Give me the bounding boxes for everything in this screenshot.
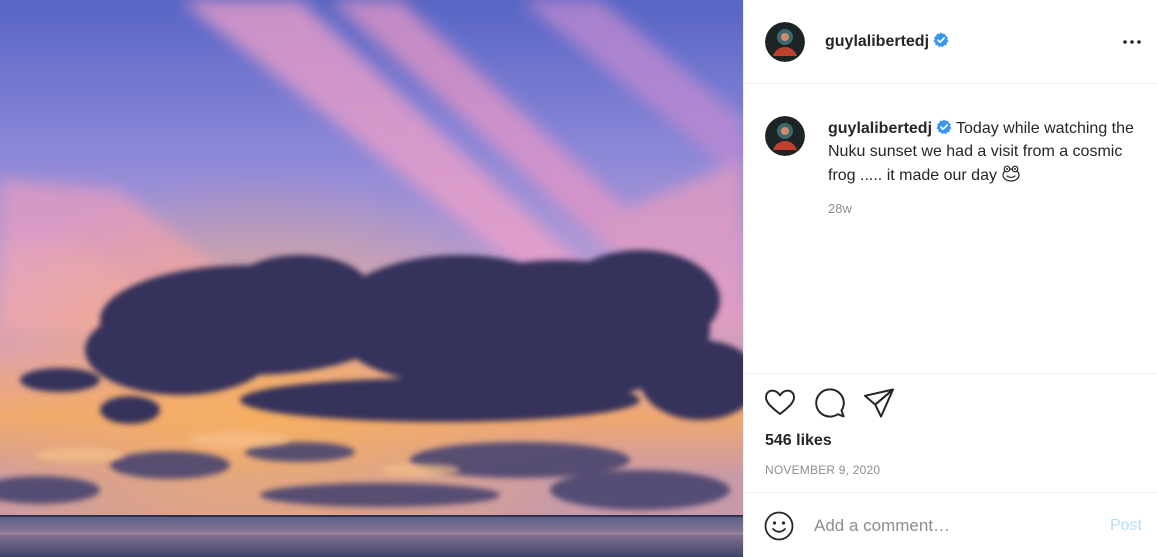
caption-username[interactable]: guylalibertedj (828, 120, 932, 137)
post-button[interactable]: Post (1110, 517, 1142, 535)
caption-section: guylalibertedj Today while watching the … (744, 84, 1157, 374)
caption-text: guylalibertedj Today while watching the … (828, 118, 1138, 188)
more-options-icon[interactable] (1120, 32, 1144, 52)
verified-badge-icon (933, 32, 949, 48)
heart-icon[interactable] (763, 386, 797, 420)
likes-count[interactable]: 546 likes (765, 432, 832, 450)
post-header: guylalibertedj (744, 0, 1157, 84)
header-username[interactable]: guylalibertedj (825, 32, 949, 51)
share-icon[interactable] (862, 386, 896, 420)
smiley-icon[interactable] (763, 510, 795, 542)
comment-icon[interactable] (813, 386, 847, 420)
post-age[interactable]: 28w (828, 201, 852, 216)
action-bar (744, 386, 1157, 422)
post-date[interactable]: NOVEMBER 9, 2020 (765, 463, 880, 477)
caption-avatar[interactable] (765, 116, 805, 156)
frog-emoji-icon (1002, 165, 1020, 182)
comment-bar: Post (744, 492, 1157, 557)
post-panel: guylalibertedj guylalibertedj Today whil… (743, 0, 1157, 557)
avatar[interactable] (765, 22, 805, 62)
verified-badge-icon (936, 119, 952, 135)
sunset-image (0, 0, 743, 557)
comment-input[interactable] (814, 513, 1094, 539)
username-text[interactable]: guylalibertedj (825, 33, 929, 50)
post-photo[interactable] (0, 0, 743, 557)
